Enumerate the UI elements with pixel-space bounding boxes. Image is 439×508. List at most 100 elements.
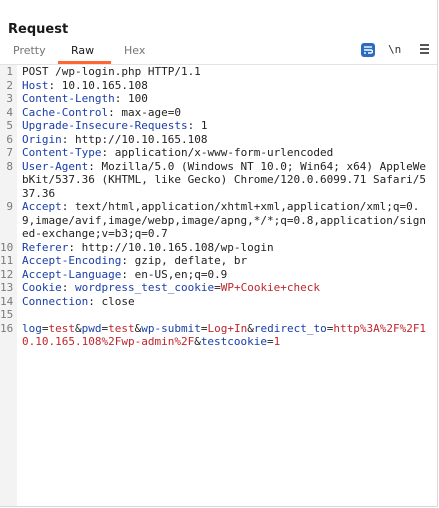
line-content: Upgrade-Insecure-Requests: 1 xyxy=(17,119,432,133)
header-value: 100 xyxy=(127,92,148,105)
line-content: Cookie: wordpress_test_cookie=WP+Cookie+… xyxy=(17,281,432,295)
header-name: Cache-Control xyxy=(22,105,109,119)
param-value: test xyxy=(108,321,135,335)
cookie-name: wordpress_test_cookie xyxy=(75,281,215,294)
header-separator: : xyxy=(101,146,115,159)
line-content: Referer: http://10.10.165.108/wp-login xyxy=(17,241,432,255)
param-value: 1 xyxy=(273,335,281,348)
code-line: 12 Accept-Language: en-US,en;q=0.9 xyxy=(0,268,437,282)
tab-hex[interactable]: Hex xyxy=(122,44,147,57)
line-number: 8 xyxy=(6,159,13,173)
line-content: POST /wp-login.php HTTP/1.1 xyxy=(17,65,432,79)
line-content: Connection: close xyxy=(17,295,432,309)
param-key: pwd xyxy=(81,321,102,335)
view-tabs: Pretty Raw Hex \n xyxy=(0,40,437,65)
line-number: 3 xyxy=(6,92,13,105)
line-number: 5 xyxy=(6,119,13,132)
header-name: Connection xyxy=(22,294,89,308)
param-key: redirect_to xyxy=(253,321,327,335)
code-line: 8 User-Agent: Mozilla/5.0 (Windows NT 10.… xyxy=(0,160,437,201)
wrap-lines-icon[interactable] xyxy=(361,43,375,57)
header-value: 1 xyxy=(200,119,208,132)
code-line: 14 Connection: close xyxy=(0,295,437,309)
header-name: Accept-Language xyxy=(22,267,122,281)
line-content: Content-Type: application/x-www-form-url… xyxy=(17,146,432,160)
code-line: 13 Cookie: wordpress_test_cookie=WP+Cooki… xyxy=(0,281,437,295)
code-line: 7 Content-Type: application/x-www-form-ur… xyxy=(0,146,437,160)
tab-pretty[interactable]: Pretty xyxy=(11,44,48,57)
header-separator: : xyxy=(48,78,62,92)
param-equals: = xyxy=(267,335,274,348)
header-name: Upgrade-Insecure-Requests xyxy=(22,119,188,132)
cookie-value: WP+Cookie+check xyxy=(220,281,321,294)
header-value: max-age=0 xyxy=(121,105,181,119)
code-line: 9 Accept: text/html,application/xhtml+xml… xyxy=(0,200,437,241)
code-line: 2 Host: 10.10.165.108 xyxy=(0,79,437,93)
raw-request-editor[interactable]: 1 POST /wp-login.php HTTP/1.1 2 Host: 10.10… xyxy=(0,65,437,506)
code-line: 15 xyxy=(0,308,437,322)
active-tab-indicator xyxy=(58,61,111,64)
header-value: text/html,application/xhtml+xml,applicat… xyxy=(22,200,426,240)
line-number: 1 xyxy=(6,65,13,78)
param-value: Log+In xyxy=(207,321,248,335)
header-value: http://10.10.165.108 xyxy=(75,132,208,146)
header-separator: : xyxy=(61,281,75,294)
header-separator: : xyxy=(61,132,75,146)
line-number: 6 xyxy=(6,132,13,146)
header-name: Cookie xyxy=(22,281,62,294)
header-name: Accept xyxy=(22,200,62,213)
header-name: Referer xyxy=(22,240,69,254)
line-content: log=test&pwd=test&wp-submit=Log+In&redir… xyxy=(17,322,432,349)
header-name: Origin xyxy=(22,132,62,146)
param-separator: & xyxy=(247,321,254,335)
param-key: wp-submit xyxy=(141,321,201,335)
header-value: close xyxy=(101,294,135,308)
line-number: 4 xyxy=(6,105,13,119)
line-content: Cache-Control: max-age=0 xyxy=(17,106,432,120)
line-content xyxy=(17,308,432,322)
header-name: Content-Type xyxy=(22,146,102,159)
line-content: Accept-Encoding: gzip, deflate, br xyxy=(17,254,432,268)
tab-raw[interactable]: Raw xyxy=(69,44,96,57)
code-line: 16 log=test&pwd=test&wp-submit=Log+In&red… xyxy=(0,322,437,349)
code-line: 10 Referer: http://10.10.165.108/wp-login xyxy=(0,241,437,255)
line-content: Origin: http://10.10.165.108 xyxy=(17,133,432,147)
line-number: 12 xyxy=(0,267,14,281)
line-number: 13 xyxy=(0,281,14,294)
header-value: 10.10.165.108 xyxy=(61,78,148,92)
line-content: Accept: text/html,application/xhtml+xml,… xyxy=(17,200,432,241)
line-content: Content-Length: 100 xyxy=(17,92,432,106)
param-separator: & xyxy=(75,321,82,335)
param-equals: = xyxy=(41,321,49,335)
line-number: 16 xyxy=(0,321,14,335)
show-newlines-toggle[interactable]: \n xyxy=(388,43,401,56)
request-panel: Request Pretty Raw Hex \n 1 POST /wp-logi… xyxy=(0,0,438,507)
header-separator: : xyxy=(114,92,128,105)
header-name: Accept-Encoding xyxy=(22,254,122,267)
header-separator: : xyxy=(121,267,135,281)
panel-title: Request xyxy=(8,22,69,37)
hamburger-menu-icon[interactable] xyxy=(420,44,429,56)
line-number: 2 xyxy=(6,78,13,92)
header-name: Content-Length xyxy=(22,92,115,105)
header-separator: : xyxy=(88,294,102,308)
line-number: 9 xyxy=(6,200,13,213)
line-content: User-Agent: Mozilla/5.0 (Windows NT 10.0… xyxy=(17,160,432,201)
header-separator: : xyxy=(187,119,201,132)
param-key: log xyxy=(22,321,42,335)
param-value: test xyxy=(48,321,76,335)
header-value: application/x-www-form-urlencoded xyxy=(114,146,334,159)
cookie-equals: = xyxy=(214,281,221,294)
line-number: 15 xyxy=(0,308,14,321)
param-key: testcookie xyxy=(200,335,268,348)
header-separator: : xyxy=(121,254,135,267)
header-name: User-Agent xyxy=(22,159,89,173)
code-line: 6 Origin: http://10.10.165.108 xyxy=(0,133,437,147)
code-line: 5 Upgrade-Insecure-Requests: 1 xyxy=(0,119,437,133)
header-separator: : xyxy=(108,105,122,119)
line-number: 10 xyxy=(0,240,14,254)
header-separator: : xyxy=(88,159,102,173)
request-line: POST /wp-login.php HTTP/1.1 xyxy=(22,65,201,78)
header-value: http://10.10.165.108/wp-login xyxy=(81,240,274,254)
line-number: 14 xyxy=(0,294,14,308)
